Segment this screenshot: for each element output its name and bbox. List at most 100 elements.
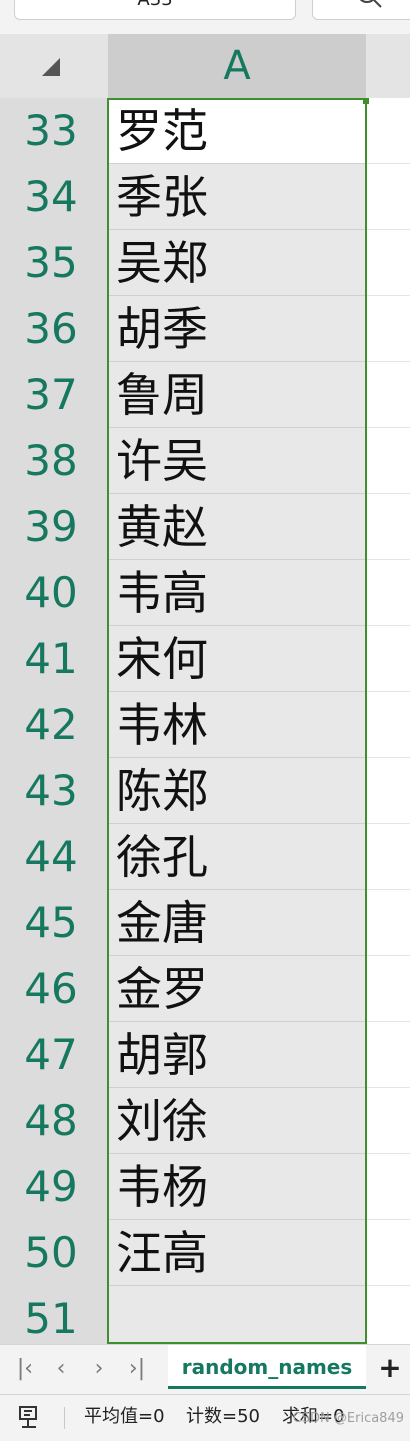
status-bar: 平均值=0 计数=50 求和=0 CSDN @Erica849 bbox=[0, 1394, 410, 1441]
cell-a[interactable]: 季张 bbox=[108, 164, 366, 230]
row-header[interactable]: 48 bbox=[0, 1088, 108, 1154]
cell-a[interactable]: 胡季 bbox=[108, 296, 366, 362]
status-separator bbox=[64, 1407, 65, 1429]
cell-b[interactable] bbox=[366, 230, 410, 296]
cell-b[interactable] bbox=[366, 296, 410, 362]
cell-a[interactable]: 韦杨 bbox=[108, 1154, 366, 1220]
next-sheet-icon[interactable]: › bbox=[86, 1355, 112, 1383]
table-row: 39 黄赵 bbox=[0, 494, 410, 560]
row-header[interactable]: 39 bbox=[0, 494, 108, 560]
table-row: 34 季张 bbox=[0, 164, 410, 230]
cell-a[interactable]: 陈郑 bbox=[108, 758, 366, 824]
row-header[interactable]: 40 bbox=[0, 560, 108, 626]
row-header[interactable]: 45 bbox=[0, 890, 108, 956]
table-row: 36 胡季 bbox=[0, 296, 410, 362]
cell-a[interactable]: 胡郭 bbox=[108, 1022, 366, 1088]
cell-a[interactable]: 金唐 bbox=[108, 890, 366, 956]
cell-b[interactable] bbox=[366, 1286, 410, 1344]
first-sheet-icon[interactable]: |‹ bbox=[12, 1355, 38, 1383]
row-header[interactable]: 50 bbox=[0, 1220, 108, 1286]
cell-b[interactable] bbox=[366, 164, 410, 230]
table-row: 37 鲁周 bbox=[0, 362, 410, 428]
table-row: 46 金罗 bbox=[0, 956, 410, 1022]
table-row: 33 罗范 bbox=[0, 98, 410, 164]
cell-a[interactable]: 汪高 bbox=[108, 1220, 366, 1286]
row-header[interactable]: 41 bbox=[0, 626, 108, 692]
table-row: 43 陈郑 bbox=[0, 758, 410, 824]
row-header[interactable]: 51 bbox=[0, 1286, 108, 1344]
cell-a[interactable]: 刘徐 bbox=[108, 1088, 366, 1154]
cell-a[interactable]: 鲁周 bbox=[108, 362, 366, 428]
cell-b[interactable] bbox=[366, 1220, 410, 1286]
sheet-tab-bar: |‹ ‹ › ›| random_names + bbox=[0, 1344, 410, 1394]
table-row: 47 胡郭 bbox=[0, 1022, 410, 1088]
macro-record-icon[interactable] bbox=[18, 1405, 46, 1431]
cell-a[interactable] bbox=[108, 1286, 366, 1344]
add-sheet-button[interactable]: + bbox=[374, 1351, 406, 1385]
watermark-text: CSDN @Erica849 bbox=[292, 1411, 404, 1426]
cell-b[interactable] bbox=[366, 956, 410, 1022]
cell-b[interactable] bbox=[366, 824, 410, 890]
row-header[interactable]: 49 bbox=[0, 1154, 108, 1220]
table-row: 50 汪高 bbox=[0, 1220, 410, 1286]
cell-b[interactable] bbox=[366, 494, 410, 560]
row-header[interactable]: 46 bbox=[0, 956, 108, 1022]
rows-container: 33 罗范 34 季张 35 吴郑 36 胡季 37 鲁周 38 许吴 39 黄… bbox=[0, 98, 410, 1344]
search-box[interactable] bbox=[312, 0, 410, 20]
cell-a[interactable]: 黄赵 bbox=[108, 494, 366, 560]
table-row: 49 韦杨 bbox=[0, 1154, 410, 1220]
table-row: 48 刘徐 bbox=[0, 1088, 410, 1154]
cell-b[interactable] bbox=[366, 758, 410, 824]
status-count: 计数=50 bbox=[186, 1406, 260, 1427]
cell-b[interactable] bbox=[366, 1154, 410, 1220]
spreadsheet-grid: A 33 罗范 34 季张 35 吴郑 36 胡季 37 鲁周 38 许吴 39… bbox=[0, 34, 410, 1344]
row-header[interactable]: 35 bbox=[0, 230, 108, 296]
selection-handle[interactable] bbox=[363, 98, 369, 104]
cell-b[interactable] bbox=[366, 1022, 410, 1088]
cell-b[interactable] bbox=[366, 692, 410, 758]
row-header[interactable]: 36 bbox=[0, 296, 108, 362]
cell-b[interactable] bbox=[366, 890, 410, 956]
table-row: 45 金唐 bbox=[0, 890, 410, 956]
search-icon bbox=[359, 0, 382, 8]
row-header[interactable]: 38 bbox=[0, 428, 108, 494]
cell-a[interactable]: 徐孔 bbox=[108, 824, 366, 890]
row-header[interactable]: 43 bbox=[0, 758, 108, 824]
table-row: 51 bbox=[0, 1286, 410, 1344]
select-all-corner[interactable] bbox=[0, 34, 108, 98]
cell-a[interactable]: 韦林 bbox=[108, 692, 366, 758]
formula-bar: A33 bbox=[0, 0, 410, 34]
table-row: 35 吴郑 bbox=[0, 230, 410, 296]
table-row: 44 徐孔 bbox=[0, 824, 410, 890]
cell-a[interactable]: 宋何 bbox=[108, 626, 366, 692]
row-header[interactable]: 33 bbox=[0, 98, 108, 164]
row-header[interactable]: 47 bbox=[0, 1022, 108, 1088]
table-row: 42 韦林 bbox=[0, 692, 410, 758]
table-row: 38 许吴 bbox=[0, 428, 410, 494]
cell-b[interactable] bbox=[366, 626, 410, 692]
cell-b[interactable] bbox=[366, 428, 410, 494]
column-header-a[interactable]: A bbox=[108, 34, 366, 98]
cell-b[interactable] bbox=[366, 362, 410, 428]
row-header[interactable]: 44 bbox=[0, 824, 108, 890]
row-header[interactable]: 37 bbox=[0, 362, 108, 428]
row-header[interactable]: 34 bbox=[0, 164, 108, 230]
row-header[interactable]: 42 bbox=[0, 692, 108, 758]
cell-a33[interactable]: 罗范 bbox=[108, 98, 366, 164]
table-row: 41 宋何 bbox=[0, 626, 410, 692]
cell-b[interactable] bbox=[366, 560, 410, 626]
cell-a[interactable]: 韦高 bbox=[108, 560, 366, 626]
select-all-icon bbox=[42, 58, 60, 76]
column-header-b-partial[interactable] bbox=[366, 34, 410, 98]
status-average: 平均值=0 bbox=[84, 1406, 165, 1427]
table-row: 40 韦高 bbox=[0, 560, 410, 626]
cell-b[interactable] bbox=[366, 98, 410, 164]
cell-a[interactable]: 吴郑 bbox=[108, 230, 366, 296]
name-box[interactable]: A33 bbox=[14, 0, 296, 20]
sheet-tab-random-names[interactable]: random_names bbox=[168, 1345, 366, 1389]
cell-a[interactable]: 金罗 bbox=[108, 956, 366, 1022]
cell-a[interactable]: 许吴 bbox=[108, 428, 366, 494]
last-sheet-icon[interactable]: ›| bbox=[124, 1355, 150, 1383]
prev-sheet-icon[interactable]: ‹ bbox=[48, 1355, 74, 1383]
cell-b[interactable] bbox=[366, 1088, 410, 1154]
